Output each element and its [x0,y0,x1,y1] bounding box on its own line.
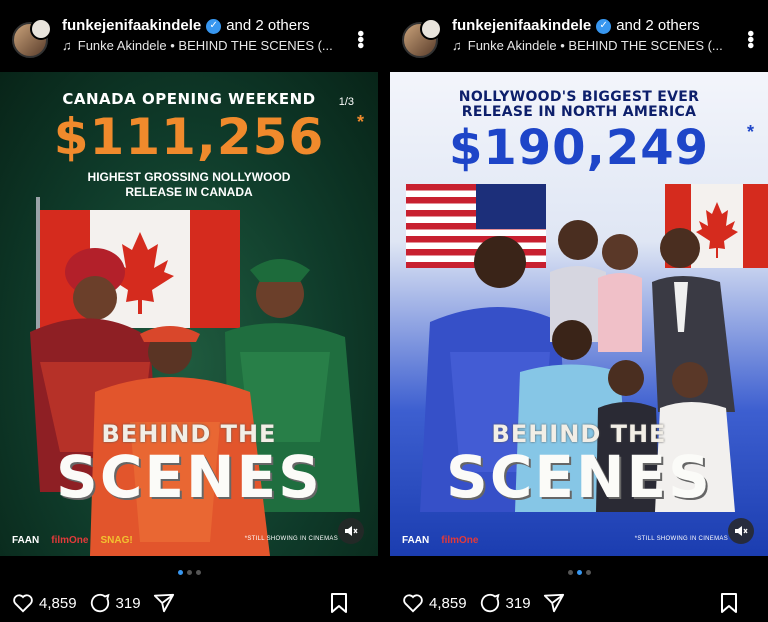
comment-button[interactable]: 319 [479,592,531,614]
header-text: funkejenifaakindele ✓ and 2 others ♫ Fun… [452,16,740,56]
post-media[interactable]: CANADA OPENING WEEKEND 1/3 $111,256 * HI… [0,72,378,556]
like-count: 4,859 [39,594,77,612]
carousel-dot-2 [186,570,192,575]
snag-logo: SNAG! [100,535,133,546]
post-actions: 4,859 319 [12,590,366,616]
amount-asterisk: * [356,112,364,132]
faan-logo: FAAN [12,535,40,546]
send-icon [153,593,174,613]
save-button[interactable] [329,592,354,614]
mute-icon[interactable] [728,518,754,544]
heart-icon [403,594,423,613]
carousel-dot-3 [585,570,591,575]
comment-count: 319 [115,594,141,612]
carousel-dots [390,570,768,575]
amount-asterisk: * [746,122,754,142]
still-showing-note: *STILL SHOWING IN CINEMAS [634,536,728,542]
headline-line2: RELEASE IN NORTH AMERICA [461,104,697,120]
collab-others-link[interactable]: and 2 others [226,16,309,36]
avatar[interactable] [12,18,52,58]
box-office-amount: $111,256 [53,108,325,166]
save-button[interactable] [719,592,744,614]
post-header: funkejenifaakindele ✓ and 2 others ♫ Fun… [402,16,761,64]
subheadline: HIGHEST GROSSING NOLLYWOOD RELEASE IN CA… [0,170,378,200]
mute-icon[interactable] [338,518,364,544]
header-text: funkejenifaakindele ✓ and 2 others ♫ Fun… [62,16,350,56]
filmone-logo: filmOne [441,535,479,546]
music-note-icon: ♫ [62,38,72,53]
like-button[interactable]: 4,859 [12,593,77,613]
share-button[interactable] [543,592,570,614]
subheadline-line1: HIGHEST GROSSING NOLLYWOOD [87,170,291,184]
post-left: funkejenifaakindele ✓ and 2 others ♫ Fun… [0,0,378,622]
movie-title: BEHIND THE SCENES [390,420,768,506]
verified-badge-icon: ✓ [206,18,222,34]
sponsor-logos: FAAN filmOne SNAG! [12,535,133,546]
post-right: funkejenifaakindele ✓ and 2 others ♫ Fun… [390,0,768,622]
username-link[interactable]: funkejenifaakindele [62,16,201,36]
audio-label: Funke Akindele • BEHIND THE SCENES (... [77,38,333,53]
like-button[interactable]: 4,859 [402,593,467,613]
post-actions: 4,859 319 [402,590,756,616]
comment-count: 319 [505,594,531,612]
post-header: funkejenifaakindele ✓ and 2 others ♫ Fun… [12,16,371,64]
audio-label: Funke Akindele • BEHIND THE SCENES (... [467,38,723,53]
username-link[interactable]: funkejenifaakindele [452,16,591,36]
headline: CANADA OPENING WEEKEND [62,90,316,108]
bookmark-icon [331,593,347,613]
comment-icon [480,593,500,613]
carousel-dot-1 [567,570,573,575]
audio-link[interactable]: ♫ Funke Akindele • BEHIND THE SCENES (..… [62,36,350,56]
subheadline-line2: RELEASE IN CANADA [125,185,253,199]
music-note-icon: ♫ [452,38,462,53]
bookmark-icon [721,593,737,613]
movie-title-big: SCENES [446,443,712,511]
comment-button[interactable]: 319 [89,592,141,614]
verified-badge-icon: ✓ [596,18,612,34]
carousel-dot-1 [177,570,183,575]
carousel-dot-3 [195,570,201,575]
headline: NOLLYWOOD'S BIGGEST EVER RELEASE IN NORT… [390,90,768,120]
faan-logo: FAAN [402,535,430,546]
carousel-dot-2 [576,570,582,575]
avatar[interactable] [402,18,442,58]
collab-others-link[interactable]: and 2 others [616,16,699,36]
movie-title: BEHIND THE SCENES [0,420,378,506]
carousel-dots [0,570,378,575]
heart-icon [13,594,33,613]
filmone-logo: filmOne [51,535,89,546]
more-options-icon[interactable]: ••• [739,30,761,48]
send-icon [543,593,564,613]
still-showing-note: *STILL SHOWING IN CINEMAS [244,536,338,542]
box-office-amount: $190,249 [448,120,710,176]
post-media[interactable]: NOLLYWOOD'S BIGGEST EVER RELEASE IN NORT… [390,72,768,556]
audio-link[interactable]: ♫ Funke Akindele • BEHIND THE SCENES (..… [452,36,740,56]
more-options-icon[interactable]: ••• [349,30,371,48]
sponsor-logos: FAAN filmOne [402,535,478,546]
movie-title-big: SCENES [56,443,322,511]
headline-line1: NOLLYWOOD'S BIGGEST EVER [458,89,700,105]
carousel-counter: 1/3 [338,96,354,108]
like-count: 4,859 [429,594,467,612]
share-button[interactable] [153,592,180,614]
comment-icon [90,593,110,613]
